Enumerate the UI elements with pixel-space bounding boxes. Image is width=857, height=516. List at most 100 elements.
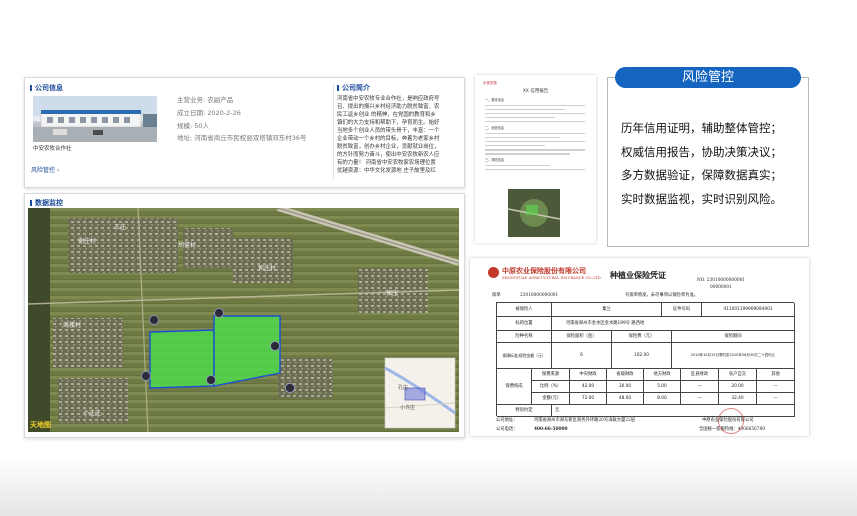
cell-header-name: 险种名称 xyxy=(497,331,552,343)
risk-control-list: 历年信用证明，辅助整体管控； 权威信用报告，协助决策决议； 多方数据验证，保障数… xyxy=(621,117,782,211)
cell-location-label: 标的位置 xyxy=(497,317,552,331)
report-title: XX 信用报告 xyxy=(522,89,549,94)
map-watermark: 天地图 xyxy=(30,421,51,429)
cell-amount-value: 6 xyxy=(552,343,612,369)
cell-money: 32.40 xyxy=(719,393,757,405)
report-section: 三、风险信息 xyxy=(485,158,505,163)
map-label: 孔庄 xyxy=(398,385,409,391)
panel-divider xyxy=(333,84,334,179)
cell-header-period: 保险期间 xyxy=(672,331,795,343)
map-label: 侯庄 xyxy=(386,290,399,297)
report-lines xyxy=(485,132,585,155)
company-intro-text: 河南省中安农牧专业合作社，是响应政府号 召、提出的振兴乡村经济助力脱贫致富、农 … xyxy=(337,95,461,175)
cell-ratio: 20.00 xyxy=(719,381,757,393)
cell-col: 省级财政 xyxy=(607,369,644,381)
cell-amount-label: 保障标准/保险金额（元） xyxy=(497,343,552,369)
map-label: 王庄 xyxy=(114,224,127,231)
insurer-name-en: ZHONGYUAN AGRICULTURAL INSURANCE CO.,LTD… xyxy=(502,276,602,280)
cell-col: 地方财政 xyxy=(644,369,681,381)
data-monitor-title: 数据监控 xyxy=(30,198,63,208)
cell-money: 8.00 xyxy=(644,393,681,405)
cell-ratio: 比例（%） xyxy=(532,381,570,393)
intro-line: 民工返乡创业 的精神，在党国的教育和乡 xyxy=(337,112,436,118)
cell-composition-label: 保费构成 xyxy=(497,369,532,405)
cell-col: 农户自交 xyxy=(719,369,757,381)
insurer-name: 中原农业保险股份有限公司 xyxy=(502,266,586,275)
company-field-business: 主营业务: 农副产品 xyxy=(177,96,234,104)
map-label: 小庄庄 xyxy=(83,410,102,417)
cell-col: 其他 xyxy=(757,369,795,381)
company-field-founded: 成立日期: 2020-2-26 xyxy=(177,109,241,117)
cell-ratio: 42.00 xyxy=(570,381,607,393)
cell-money: 72.00 xyxy=(570,393,607,405)
cell-col: 区县财政 xyxy=(681,369,719,381)
policy-note: 号保单原发，未尽事项以保险单为准。 xyxy=(625,293,699,298)
report-map-thumbnail xyxy=(508,189,560,237)
address-label: 公司地址： xyxy=(496,418,518,423)
certificate-title: 种植业保险凭证 xyxy=(610,270,666,280)
factory-photo xyxy=(33,96,157,142)
intro-line: 有的力量！ 河南省中安农牧家农场理位置 xyxy=(337,160,436,166)
report-lines xyxy=(485,104,585,123)
cell-id-label: 证件号码 xyxy=(662,303,702,317)
cell-money: — xyxy=(681,393,719,405)
company-intro-title: 公司简介 xyxy=(337,83,370,93)
cell-insured-label: 被保险人 xyxy=(497,303,552,317)
cell-period-value: 2019年10月15日零时至2020年06月30日二十四时止 xyxy=(672,343,795,369)
credit-report-document: 中安农牧 XX 信用报告 一、基本信息 二、经营信息 三、风险信息 xyxy=(475,75,596,243)
intro-line: 企业带动一个乡村的目标，奔着为老家乡村 xyxy=(337,136,440,142)
report-section: 一、基本信息 xyxy=(485,98,505,102)
risk-line: 实时数据监视，实时识别风险。 xyxy=(621,191,782,206)
cell-ratio: — xyxy=(681,381,719,393)
report-lines xyxy=(485,164,585,171)
risk-control-title: 风险管控 xyxy=(615,67,801,88)
risk-line: 多方数据验证，保障数据真实； xyxy=(621,168,782,182)
company-info-title: 公司信息 xyxy=(30,83,63,93)
intro-line: 脱贫致富，创办乡村企业，贡献就业岗位， xyxy=(337,144,440,150)
cell-ratio: — xyxy=(757,381,795,393)
cell-special-label: 特别约定 xyxy=(497,405,552,417)
satellite-map[interactable]: 王庄 谢庄村 郭庄村 胡营村 商楼村 小庄庄 侯庄 孔庄 小许庄 天地图 xyxy=(28,208,459,432)
intro-line: 的方针而努力奋斗，使出中安农牧新农人应 xyxy=(337,152,440,158)
map-label: 胡营村 xyxy=(178,242,197,249)
risk-line: 权威信用报告，协助决策决议； xyxy=(621,144,782,159)
cell-money: — xyxy=(757,393,795,405)
intro-line: 当地多个创业人员的带头骨干，丰富：一个 xyxy=(337,128,440,134)
policy-label: 保单 xyxy=(492,293,501,298)
policy-number: 23010000000001 xyxy=(520,293,559,298)
address-value: 河南省郑州市郑东新区商务外环路20号海联大厦22层 xyxy=(534,418,636,423)
report-section: 二、经营信息 xyxy=(485,126,505,131)
cell-header-premium: 保险费（元） xyxy=(612,331,672,343)
report-logo: 中安农牧 xyxy=(483,81,497,85)
cell-money: 金额(元) xyxy=(532,393,570,405)
cell-id-value: 411001199909094901 xyxy=(702,303,795,317)
certificate-number: NO. 23010000000001 xyxy=(697,278,746,283)
phone-value: 400-66-50000 xyxy=(534,427,568,432)
cell-header-area: 保险面积（亩） xyxy=(552,331,612,343)
cell-col: 保费来源 xyxy=(532,369,570,381)
risk-line: 历年信用证明，辅助整体管控； xyxy=(621,121,782,135)
map-label: 谢庄村 xyxy=(78,238,97,245)
intro-line: 镇们的大力支持和帮助下，孕育而生。始好 xyxy=(337,120,440,126)
risk-control-link[interactable]: 风险管控 › xyxy=(31,165,59,174)
cell-ratio: 5.00 xyxy=(644,381,681,393)
cell-location-value: 河南省郑州市金水区金水路199号 路西地 xyxy=(552,317,795,331)
cell-col: 中央财政 xyxy=(570,369,607,381)
cell-premium-value: 102.00 xyxy=(612,343,672,369)
certificate-table: 被保险人 集兰 证件号码 411001199909094901 标的位置 河南省… xyxy=(496,302,795,417)
insurer-logo-icon xyxy=(488,267,499,278)
phone-label: 公司电话： xyxy=(496,427,518,432)
cell-money: 48.00 xyxy=(607,393,644,405)
map-label: 郭庄村 xyxy=(258,265,277,272)
cell-insured-value: 集兰 xyxy=(552,303,662,317)
intro-line: 优越资源：中华文化发源地 庄子故里及红 xyxy=(337,168,436,174)
company-name: 中安农牧合作社 xyxy=(33,146,72,152)
cell-special-value: 无 xyxy=(552,405,795,417)
intro-line: 河南省中安农牧专业合作社，是响应政府号 xyxy=(337,96,440,102)
map-label: 小许庄 xyxy=(400,405,416,411)
cell-ratio: 30.00 xyxy=(607,381,644,393)
company-field-address: 地址: 河南省商丘市民权县双塔镇邓东村36号 xyxy=(177,134,307,142)
certificate-number-2: 00000001 xyxy=(710,285,732,290)
intro-line: 召、提出的振兴乡村经济助力脱贫致富、农 xyxy=(337,104,440,110)
map-label: 商楼村 xyxy=(63,322,82,329)
